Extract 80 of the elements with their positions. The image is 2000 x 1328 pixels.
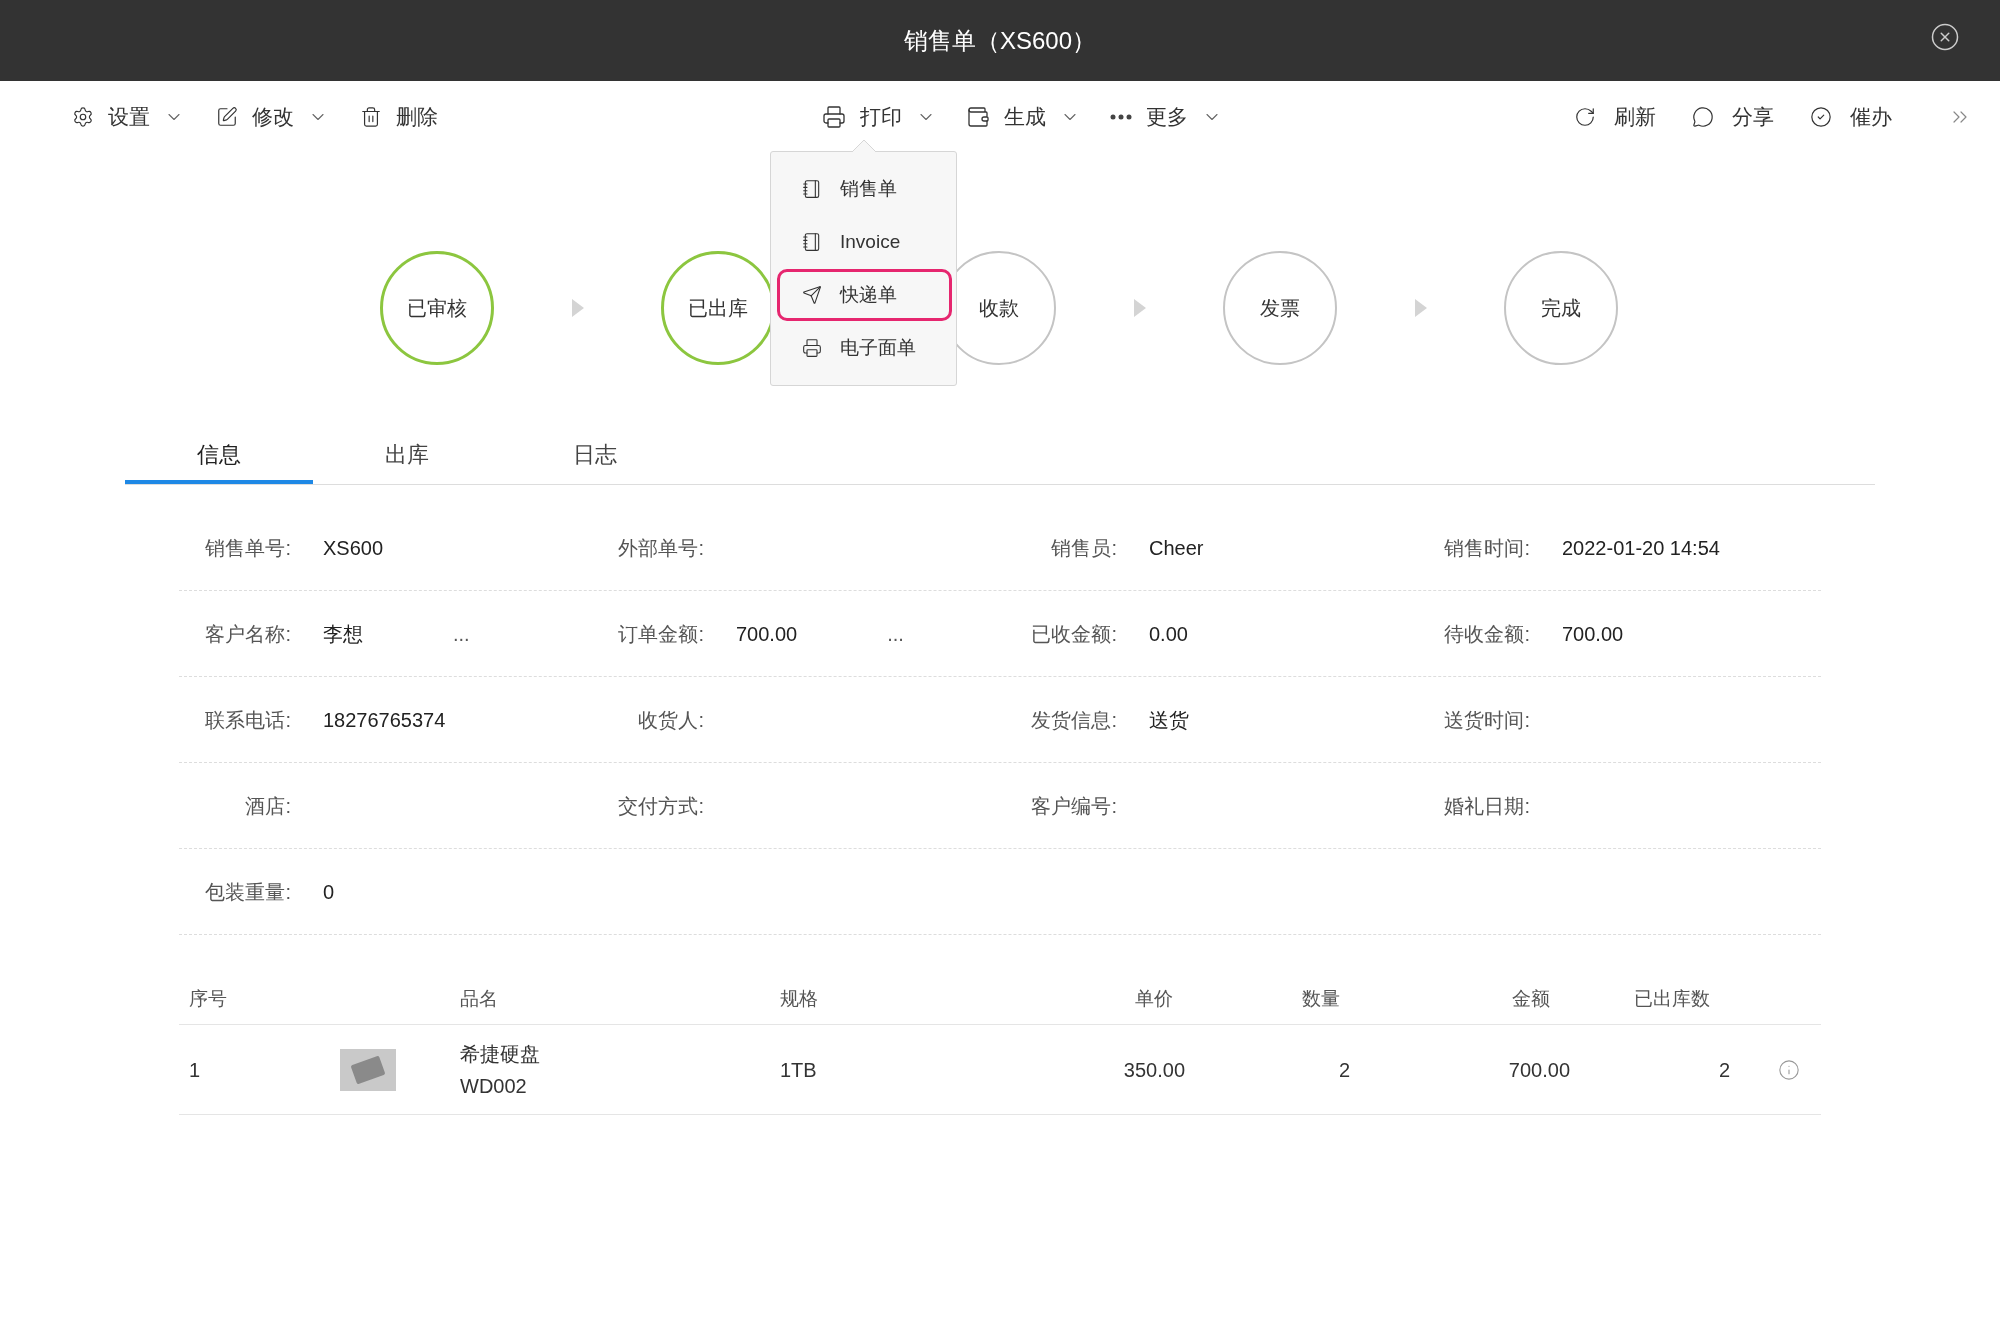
field-value: Cheer	[1149, 535, 1204, 561]
notebook-icon	[802, 179, 822, 200]
column-header: 品名	[460, 987, 499, 1012]
column-header: 数量	[1301, 987, 1341, 1012]
arrow-icon	[1414, 299, 1427, 317]
field-label: 酒店:	[244, 793, 291, 819]
field-label: 外部单号:	[617, 535, 704, 561]
column-header: 单价	[1134, 987, 1174, 1012]
toolbar-button[interactable]: 打印	[822, 101, 936, 133]
field-label: 送货时间:	[1443, 707, 1530, 733]
dots-icon	[1110, 114, 1132, 120]
column-header: 序号	[188, 987, 228, 1012]
send-icon	[802, 285, 822, 306]
info-icon	[1778, 1058, 1800, 1081]
field-label: 已收金额:	[1030, 621, 1117, 647]
more-button[interactable]: ...	[887, 618, 904, 649]
field-value: XS600	[323, 535, 384, 561]
field-label: 客户名称:	[204, 621, 291, 647]
field-label: 发货信息:	[1030, 707, 1117, 733]
field-label: 婚礼日期:	[1443, 793, 1530, 819]
field-label: 订单金额:	[617, 621, 704, 647]
product-name: 希捷硬盘	[460, 1041, 541, 1067]
table-cell-text: 350.00	[1122, 1057, 1185, 1083]
toolbar-button[interactable]: 修改	[216, 101, 328, 133]
product-code: WD002	[460, 1073, 528, 1099]
toolbar-button[interactable]: 删除	[360, 101, 438, 133]
field-label: 客户编号:	[1030, 793, 1117, 819]
check-circle-icon	[1810, 106, 1832, 128]
field-label: 交付方式:	[617, 793, 704, 819]
field-value: 0.00	[1149, 621, 1188, 647]
table-cell-text: 1TB	[780, 1057, 818, 1083]
field-value: 700.00	[736, 621, 798, 647]
edit-icon	[216, 106, 238, 128]
notebook-icon	[802, 232, 822, 253]
printer-icon	[802, 338, 822, 359]
toolbar-button[interactable]: 刷新	[1574, 101, 1656, 133]
settings-icon	[72, 106, 94, 128]
toolbar-button[interactable]: 生成	[966, 101, 1080, 133]
table-cell-text: 2	[1337, 1057, 1350, 1083]
field-label: 销售员:	[1050, 535, 1117, 561]
field-label: 销售时间:	[1443, 535, 1530, 561]
field-value: 送货	[1149, 707, 1189, 733]
table-cell-text: 1	[188, 1057, 202, 1083]
field-value: 0	[323, 879, 335, 905]
field-value: 700.00	[1562, 621, 1624, 647]
field-value: 18276765374	[323, 707, 446, 733]
more-button[interactable]: ...	[453, 618, 470, 649]
table-cell-text: 700.00	[1507, 1057, 1570, 1083]
toolbar-button[interactable]: 分享	[1692, 101, 1774, 133]
table-cell-text: 2	[1717, 1057, 1730, 1083]
toolbar-button[interactable]: 催办	[1810, 101, 1892, 133]
field-label: 包装重量:	[204, 879, 291, 905]
wallet-icon	[966, 105, 990, 129]
field-label: 销售单号:	[204, 535, 291, 561]
close-icon	[1930, 22, 1960, 52]
arrow-icon	[1133, 299, 1146, 317]
field-value: 2022-01-20 14:54	[1562, 535, 1720, 561]
photo-placeholder	[340, 1048, 396, 1091]
arrow-icon	[571, 299, 584, 317]
window-title: 销售单（XS600）	[903, 25, 1097, 56]
toolbar-button[interactable]: 设置	[72, 101, 184, 133]
column-header: 已出库数	[1633, 987, 1711, 1012]
tab[interactable]: 出库	[313, 429, 501, 484]
close-button[interactable]	[1930, 22, 1960, 52]
tab[interactable]: 日志	[501, 429, 689, 484]
toolbar-button[interactable]: 更多	[1110, 101, 1222, 133]
menu-item[interactable]: 快递单	[777, 269, 952, 322]
speech-bubble-icon	[1692, 106, 1714, 128]
field-label: 联系电话:	[204, 707, 291, 733]
menu-item[interactable]: 销售单	[777, 163, 952, 216]
refresh-icon	[1574, 106, 1596, 128]
field-label: 待收金额:	[1443, 621, 1530, 647]
column-header: 金额	[1511, 987, 1551, 1012]
printer-icon	[822, 105, 846, 129]
trash-icon	[360, 106, 382, 128]
field-value: 李想	[323, 621, 363, 647]
field-label: 收货人:	[637, 707, 704, 733]
info-button[interactable]	[1778, 1058, 1802, 1081]
column-header: 规格	[780, 987, 819, 1012]
tab[interactable]: 信息	[125, 429, 313, 484]
